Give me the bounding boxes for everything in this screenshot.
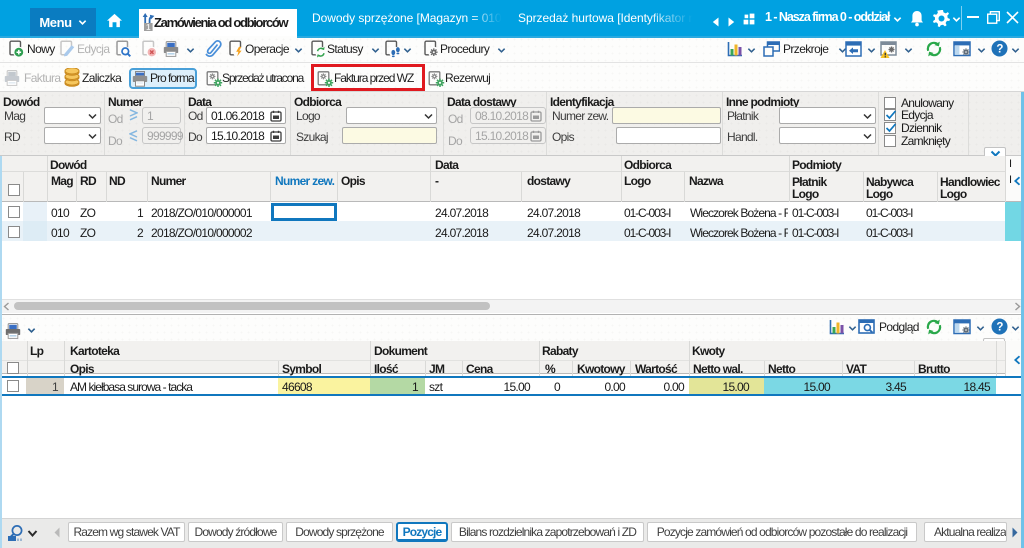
svg-text:?: ? (996, 322, 1003, 334)
svg-text:1: 1 (146, 23, 151, 32)
svg-text:?: ? (996, 44, 1003, 56)
